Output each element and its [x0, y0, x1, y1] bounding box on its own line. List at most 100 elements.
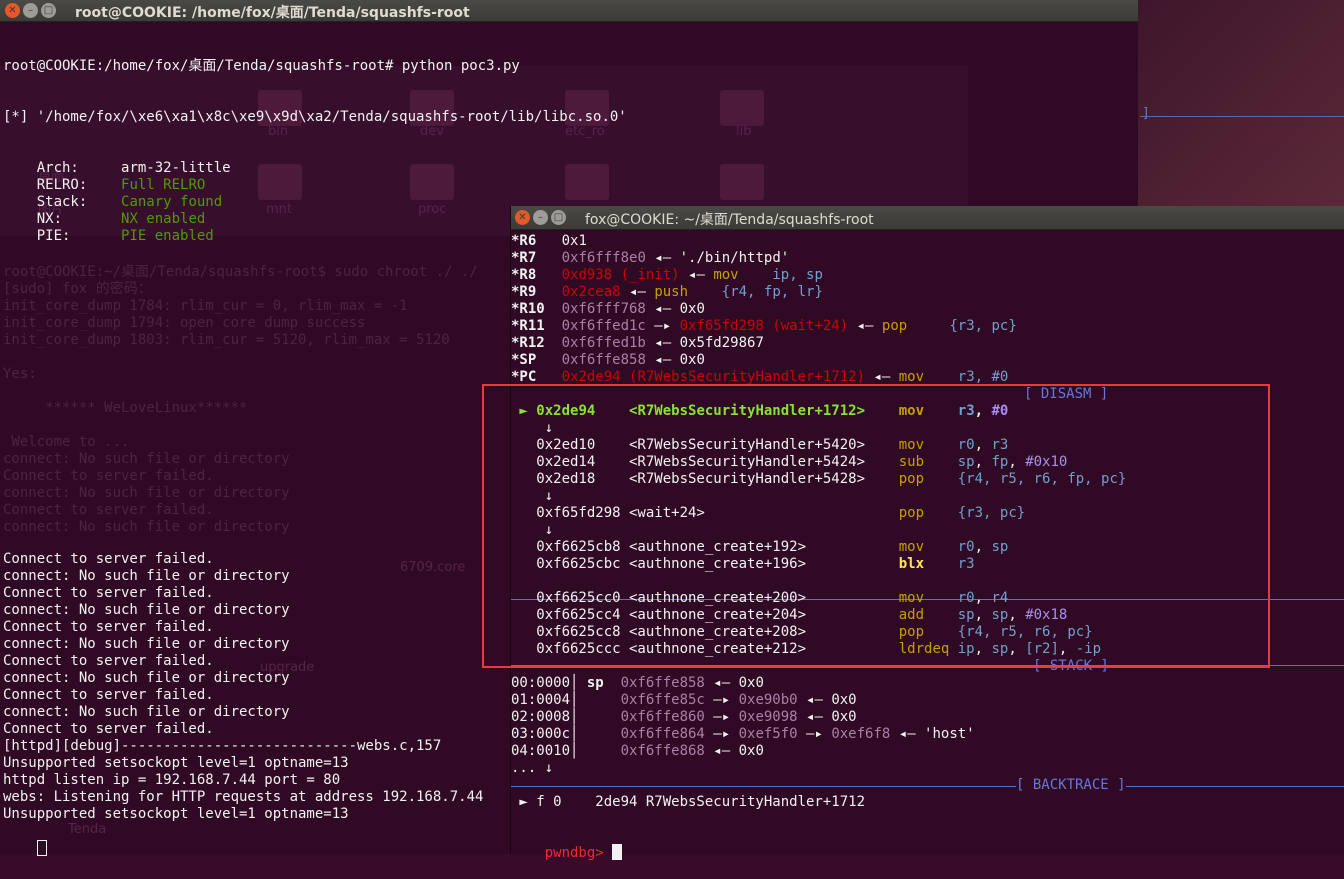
pwndbg-prompt-line[interactable]: pwndbg> — [511, 827, 623, 879]
stack-row-segment: sp — [586, 675, 604, 691]
disasm-panel[interactable]: ► 0x2de94 <R7WebsSecurityHandler+1712> m… — [511, 403, 1126, 658]
command-line: root@COOKIE:/home/fox/桌面/Tenda/squashfs-… — [3, 58, 520, 74]
disasm-row-segment: , — [974, 403, 992, 419]
disasm-row-segment: pop — [898, 624, 958, 640]
register-row-segment: ◂— 0x0 — [645, 301, 705, 317]
disasm-row-segment: 0xf6625cc4 <authnone_create+204> — [511, 607, 899, 623]
maximize-button[interactable]: □ — [551, 210, 566, 225]
disasm-row: 0xf6625cc0 <authnone_create+200> mov r0,… — [511, 590, 1126, 607]
register-row: *SP 0xf6ffe858 ◂— 0x0 — [511, 352, 1017, 369]
stack-row-segment: 04:0010│ — [511, 743, 621, 759]
close-button[interactable]: ✕ — [515, 210, 530, 225]
ghost-line — [3, 417, 478, 434]
disasm-row: 0xf6625ccc <authnone_create+212> ldrdeq … — [511, 641, 1126, 658]
disasm-row-segment: sp — [991, 641, 1009, 657]
maximize-button[interactable]: □ — [41, 3, 56, 18]
disasm-row-segment: add — [898, 607, 958, 623]
register-row: *R6 0x1 — [511, 233, 1017, 250]
minimize-button[interactable]: – — [533, 210, 548, 225]
disasm-row-segment: 0xf6625cbc <authnone_create+196> — [511, 556, 899, 572]
terminal-cursor-line[interactable] — [3, 823, 47, 875]
register-row-segment: ◂— 0x0 — [645, 352, 705, 368]
register-row-segment — [536, 369, 561, 385]
register-row-segment: 0xd938 (_init) — [561, 267, 680, 283]
stack-row-segment — [604, 675, 621, 691]
disasm-row-segment: #0x18 — [1025, 607, 1068, 623]
disasm-row-segment: , — [1008, 454, 1026, 470]
disasm-row: 0xf6625cb8 <authnone_create+192> mov r0,… — [511, 539, 1126, 556]
disasm-row: 0x2ed18 <R7WebsSecurityHandler+5428> pop… — [511, 471, 1126, 488]
stack-row-segment: ◂— 0x0 — [704, 675, 764, 691]
disasm-row-segment: ► — [511, 403, 537, 419]
disasm-row — [511, 573, 1126, 590]
disasm-row-segment: #0 — [991, 403, 1009, 419]
disasm-row: ► 0x2de94 <R7WebsSecurityHandler+1712> m… — [511, 403, 1126, 420]
close-button[interactable]: ✕ — [5, 3, 20, 18]
register-row-segment: 0x2cea8 — [561, 284, 621, 300]
stack-row-segment: 0xf6ffe860 — [620, 709, 705, 725]
ghost-line: [sudo] fox 的密码： — [3, 281, 152, 297]
disasm-row-segment: , — [974, 539, 992, 555]
register-row-segment: *R7 — [511, 250, 537, 266]
ghost-line: Connect to server failed. — [3, 502, 214, 518]
register-row-segment: r3, #0 — [957, 369, 1009, 385]
register-row-segment: 0xf6ffed1b — [561, 335, 646, 351]
pwndbg-terminal-window[interactable]: ✕ – □ fox@COOKIE: ~/桌面/Tenda/squashfs-ro… — [510, 206, 1344, 861]
disasm-row: ↓ — [511, 420, 1126, 437]
stack-row-segment: 0xe90b0 — [738, 692, 798, 708]
register-row-segment: mov — [713, 267, 773, 283]
stack-row: 00:0000│ sp 0xf6ffe858 ◂— 0x0 — [511, 675, 975, 692]
output-line: Unsupported setsockopt level=1 optname=1… — [3, 806, 349, 822]
disasm-row: 0xf6625cc8 <authnone_create+208> pop {r4… — [511, 624, 1126, 641]
window-titlebar[interactable]: ✕ – □ root@COOKIE: /home/fox/桌面/Tenda/sq… — [0, 0, 1138, 22]
stack-row-segment: 0xef5f0 — [738, 726, 798, 742]
disasm-row: ↓ — [511, 488, 1126, 505]
disasm-row-segment: {r4, r5, r6, pc} — [957, 624, 1093, 640]
checksec-row: Arch: arm-32-little — [3, 160, 627, 177]
disasm-row-segment: , — [974, 607, 992, 623]
ghost-line: ****** WeLoveLinux****** — [3, 400, 248, 416]
register-row-segment — [545, 335, 562, 351]
window-title: root@COOKIE: /home/fox/桌面/Tenda/squashfs… — [75, 5, 470, 21]
disasm-row: 0x2ed14 <R7WebsSecurityHandler+5424> sub… — [511, 454, 1126, 471]
disasm-row-segment: sp — [991, 539, 1009, 555]
register-row-segment: *R11 — [511, 318, 545, 334]
registers-panel[interactable]: *R6 0x1 *R7 0xf6fff8e0 ◂— './bin/httpd' *R… — [511, 233, 1017, 386]
ghost-line: Welcome to ... — [3, 434, 130, 450]
output-line: [httpd][debug]--------------------------… — [3, 738, 442, 754]
window-titlebar[interactable]: ✕ – □ fox@COOKIE: ~/桌面/Tenda/squashfs-ro… — [511, 206, 1344, 230]
checksec-value: Full RELRO — [121, 177, 206, 193]
disasm-row-segment: ↓ — [511, 420, 554, 436]
output-line: Connect to server failed. — [3, 721, 214, 737]
register-row-segment: *SP — [511, 352, 537, 368]
folder-icon — [720, 164, 764, 200]
register-row-segment: *PC — [511, 369, 537, 385]
server-output[interactable]: Connect to server failed. connect: No suc… — [3, 551, 483, 823]
stack-header: [ STACK ] — [1033, 658, 1109, 674]
disasm-row-segment: r4 — [991, 590, 1009, 606]
disasm-row-segment: r3 — [957, 556, 975, 572]
stack-row-segment: ◂— 0x0 — [797, 709, 857, 725]
register-row-segment: 0x1 — [536, 233, 587, 249]
stack-row-segment: —▸ — [704, 709, 739, 725]
stack-panel[interactable]: 00:0000│ sp 0xf6ffe858 ◂— 0x0 01:0004│ 0x… — [511, 675, 975, 777]
register-row: *R7 0xf6fff8e0 ◂— './bin/httpd' — [511, 250, 1017, 267]
disasm-row-segment: ip — [957, 641, 975, 657]
stack-separator — [511, 665, 1344, 666]
disasm-row-segment: r0 — [957, 590, 975, 606]
disasm-row-segment: mov — [898, 539, 958, 555]
minimize-button[interactable]: – — [23, 3, 38, 18]
disasm-row-segment: 0xf65fd298 <wait+24> — [511, 505, 899, 521]
backtrace-panel[interactable]: ► f 0 2de94 R7WebsSecurityHandler+1712 — [511, 794, 865, 811]
register-row: *PC 0x2de94 (R7WebsSecurityHandler+1712)… — [511, 369, 1017, 386]
register-row-segment: 0x2de94 (R7WebsSecurityHandler+1712) — [561, 369, 866, 385]
stack-row: 02:0008│ 0xf6ffe860 —▸ 0xe9098 ◂— 0x0 — [511, 709, 975, 726]
stack-row-segment: ... ↓ — [511, 760, 554, 776]
register-row-segment: ◂— — [620, 284, 655, 300]
ghost-line — [3, 349, 478, 366]
disasm-row-segment: sub — [898, 454, 958, 470]
register-row-segment: *R9 — [511, 284, 537, 300]
stack-row-segment: 02:0008│ — [511, 709, 621, 725]
disasm-row-segment: r0 — [957, 539, 975, 555]
ghost-line: init_core_dump 1784: rlim_cur = 0, rlim_… — [3, 298, 408, 314]
